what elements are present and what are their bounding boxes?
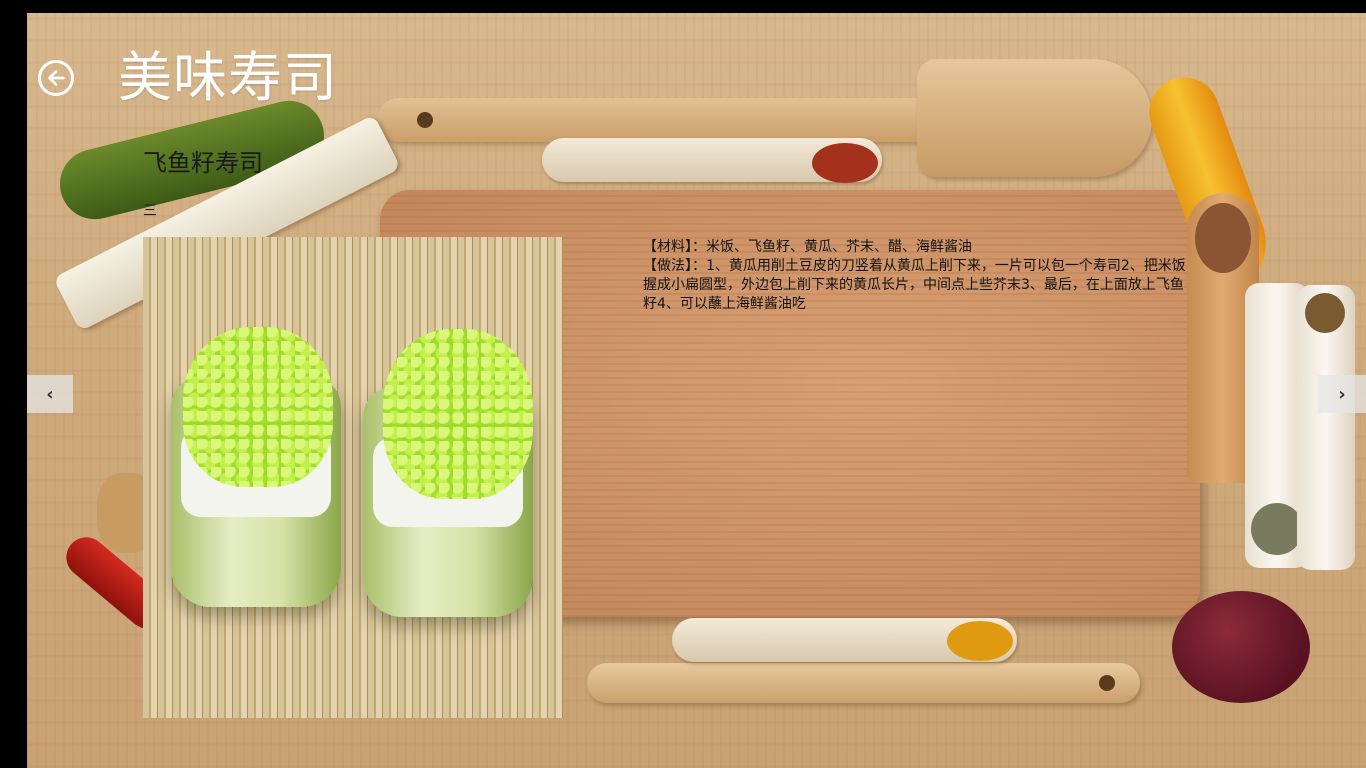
paprika-spice: [812, 143, 878, 183]
method-text: 【做法】：1、黄瓜用削土豆皮的刀竖着从黄瓜上削下来，一片可以包一个寿司2、把米饭…: [643, 258, 1186, 312]
back-arrow-icon: [48, 70, 65, 86]
spatula-head: [917, 59, 1152, 177]
roe-topping-left: [183, 327, 333, 487]
recipe-photo: [143, 237, 563, 718]
prev-button[interactable]: ‹: [27, 375, 73, 413]
back-button[interactable]: [38, 60, 74, 96]
ingredients-text: 【材料】：米饭、飞鱼籽、黄瓜、芥末、醋、海鲜酱油: [643, 239, 972, 255]
next-button[interactable]: ›: [1318, 375, 1366, 413]
recipe-subtitle: 三: [143, 203, 157, 219]
wooden-spatula-top: [377, 98, 937, 142]
roe-topping-right: [383, 329, 533, 499]
wooden-spatula-bottom: [587, 663, 1140, 703]
recipe-description: 【材料】：米饭、飞鱼籽、黄瓜、芥末、醋、海鲜酱油 【做法】：1、黄瓜用削土豆皮的…: [643, 238, 1191, 314]
recipe-name: 飞鱼籽寿司: [143, 149, 263, 177]
spice-mill: [1297, 285, 1355, 570]
red-onion: [1172, 591, 1310, 703]
turmeric-spice: [947, 621, 1013, 661]
page-title: 美味寿司: [118, 46, 338, 109]
